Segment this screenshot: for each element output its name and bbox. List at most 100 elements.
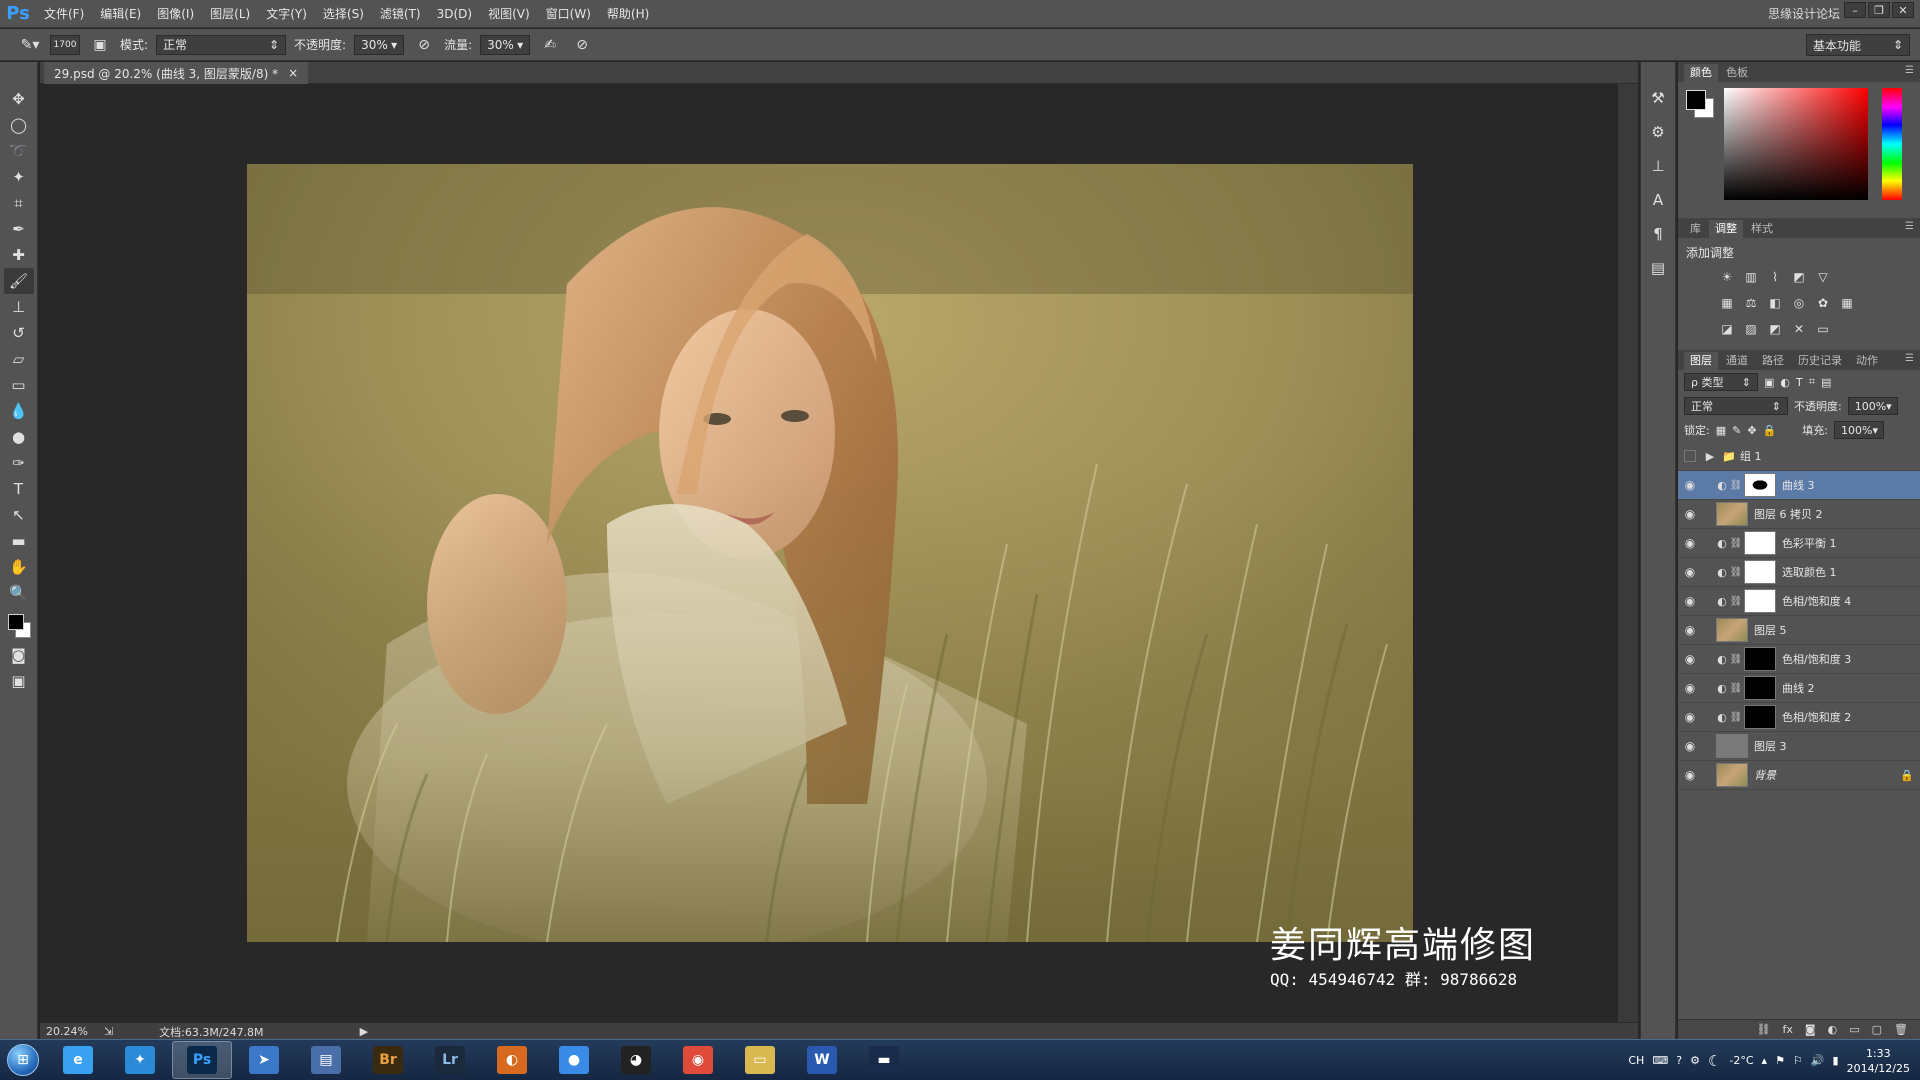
layer-row[interactable]: ◉ 图层 6 拷贝 2 [1678,500,1920,529]
taskbar-app-photoshop[interactable]: Ps [172,1041,232,1079]
close-button[interactable]: ✕ [1892,2,1914,18]
blur-tool-icon[interactable]: 💧 [4,398,34,424]
minimize-button[interactable]: – [1844,2,1866,18]
tab-layers[interactable]: 图层 [1684,352,1718,370]
path-select-tool-icon[interactable]: ↖ [4,502,34,528]
exposure-icon[interactable]: ◩ [1790,268,1808,286]
canvas-area[interactable] [40,84,1638,1022]
eye-icon[interactable]: ◉ [1678,558,1702,587]
network-icon[interactable]: ▮ [1833,1054,1839,1067]
healing-brush-tool-icon[interactable]: ✚ [4,242,34,268]
volume-icon[interactable]: 🔊 [1811,1054,1825,1067]
gradient-map-icon[interactable]: ▭ [1814,320,1832,338]
brightness-icon[interactable]: ☀ [1718,268,1736,286]
start-button[interactable]: ⊞ [0,1040,46,1080]
type-tool-icon[interactable]: T [4,476,34,502]
new-layer-icon[interactable]: ▢ [1872,1023,1882,1036]
filter-smart-icon[interactable]: ▤ [1821,376,1831,389]
layer-thumbnail[interactable] [1744,705,1776,729]
gradient-tool-icon[interactable]: ▭ [4,372,34,398]
taskbar-app-bridge[interactable]: Br [358,1041,418,1079]
taskbar-app-explorer[interactable]: ▭ [730,1041,790,1079]
airbrush-icon[interactable]: ✍ [538,34,562,56]
tray-expand-icon[interactable]: ▴ [1762,1054,1768,1067]
filter-shape-icon[interactable]: ⌗ [1809,375,1815,389]
layer-row[interactable]: ◉ ◐ ⛓ 色相/饱和度 3 [1678,645,1920,674]
color-spectrum-slider[interactable] [1882,88,1902,200]
menu-item[interactable]: 视图(V) [480,0,538,28]
layer-row[interactable]: ◉ ◐ ⛓ 选取颜色 1 [1678,558,1920,587]
eye-icon[interactable]: ◉ [1678,732,1702,761]
taskbar-app-qq[interactable]: ◕ [606,1041,666,1079]
eye-icon[interactable]: ◉ [1678,616,1702,645]
eye-icon[interactable]: ◉ [1678,471,1702,500]
levels-icon[interactable]: ▥ [1742,268,1760,286]
layer-thumbnail[interactable] [1716,734,1748,758]
hue-saturation-icon[interactable]: ▦ [1718,294,1736,312]
layer-thumbnail[interactable] [1716,502,1748,526]
threshold-icon[interactable]: ◩ [1766,320,1784,338]
taskbar-app-app14[interactable]: ▬ [854,1041,914,1079]
add-mask-icon[interactable]: ◙ [1805,1023,1816,1036]
eyedropper-tool-icon[interactable]: ✒ [4,216,34,242]
eye-icon[interactable]: ◉ [1678,645,1702,674]
weather-temp[interactable]: -2°C [1729,1054,1753,1067]
layer-opacity-field[interactable]: 100% ▾ [1847,397,1898,415]
panel-menu-icon[interactable]: ☰ [1905,221,1914,232]
menu-item[interactable]: 文字(Y) [258,0,315,28]
lock-pixels-icon[interactable]: ✎ [1732,424,1741,437]
layer-thumbnail[interactable] [1744,473,1776,497]
document-image[interactable] [247,164,1413,942]
document-tab[interactable]: 29.psd @ 20.2% (曲线 3, 图层蒙版/8) * × [44,62,309,84]
workspace-select[interactable]: 基本功能 ⇕ [1806,34,1910,56]
restore-button[interactable]: ❐ [1868,2,1890,18]
move-tool-icon[interactable]: ✥ [4,86,34,112]
layer-row[interactable]: ◉ ◐ ⛓ 曲线 3 [1678,471,1920,500]
panel-menu-icon[interactable]: ☰ [1905,353,1914,364]
tab-paths[interactable]: 路径 [1756,352,1790,370]
layer-thumbnail[interactable] [1744,647,1776,671]
layer-style-icon[interactable]: fx [1783,1023,1793,1036]
menu-item[interactable]: 窗口(W) [538,0,599,28]
brush-tool-icon[interactable]: 🖌 [3,268,34,294]
eye-icon[interactable]: ◉ [1678,674,1702,703]
layer-row[interactable]: ◉ ◐ ⛓ 色彩平衡 1 [1678,529,1920,558]
history-brush-tool-icon[interactable]: ↺ [4,320,34,346]
quick-mask-icon[interactable]: ◙ [4,642,34,668]
tab-adjustments[interactable]: 调整 [1709,220,1743,238]
layer-row[interactable]: ◉ ◐ ⛓ 色相/饱和度 4 [1678,587,1920,616]
layer-thumbnail[interactable] [1716,763,1748,787]
taskbar-app-app5[interactable]: ▤ [296,1041,356,1079]
photo-filter-icon[interactable]: ◎ [1790,294,1808,312]
tab-styles[interactable]: 样式 [1745,220,1779,238]
menu-item[interactable]: 选择(S) [315,0,372,28]
security-icon[interactable]: ⚑ [1775,1054,1785,1067]
link-icon[interactable]: ⛓ [1730,480,1743,491]
layer-group[interactable]: ▶ 📁 组 1 [1678,442,1920,471]
fill-field[interactable]: 100% ▾ [1833,421,1884,439]
menu-item[interactable]: 编辑(E) [92,0,149,28]
color-balance-icon[interactable]: ⚖ [1742,294,1760,312]
menu-item[interactable]: 图层(L) [202,0,258,28]
marquee-tool-icon[interactable]: ◯ [4,112,34,138]
quick-select-tool-icon[interactable]: ✦ [4,164,34,190]
zoom-tool-icon[interactable]: 🔍 [4,580,34,606]
chevron-right-icon[interactable]: ▶ [1702,450,1718,463]
color-picker-field[interactable] [1724,88,1868,200]
panel-menu-icon[interactable]: ☰ [1905,65,1914,76]
posterize-icon[interactable]: ▨ [1742,320,1760,338]
hand-tool-icon[interactable]: ✋ [4,554,34,580]
layer-row[interactable]: ◉ 图层 5 [1678,616,1920,645]
zoom-level[interactable]: 20.24% [46,1025,88,1038]
taskbar-app-ie[interactable]: e [48,1041,108,1079]
eraser-tool-icon[interactable]: ▱ [4,346,34,372]
properties-icon[interactable]: ▤ [1644,254,1672,282]
menu-item[interactable]: 帮助(H) [599,0,657,28]
link-layers-icon[interactable]: ⛓ [1757,1023,1771,1036]
selective-color-icon[interactable]: ✕ [1790,320,1808,338]
link-icon[interactable]: ⛓ [1730,596,1743,607]
link-icon[interactable]: ⛓ [1730,712,1743,723]
eye-icon[interactable]: ◉ [1678,587,1702,616]
color-lookup-icon[interactable]: ▦ [1838,294,1856,312]
channel-mixer-icon[interactable]: ✿ [1814,294,1832,312]
